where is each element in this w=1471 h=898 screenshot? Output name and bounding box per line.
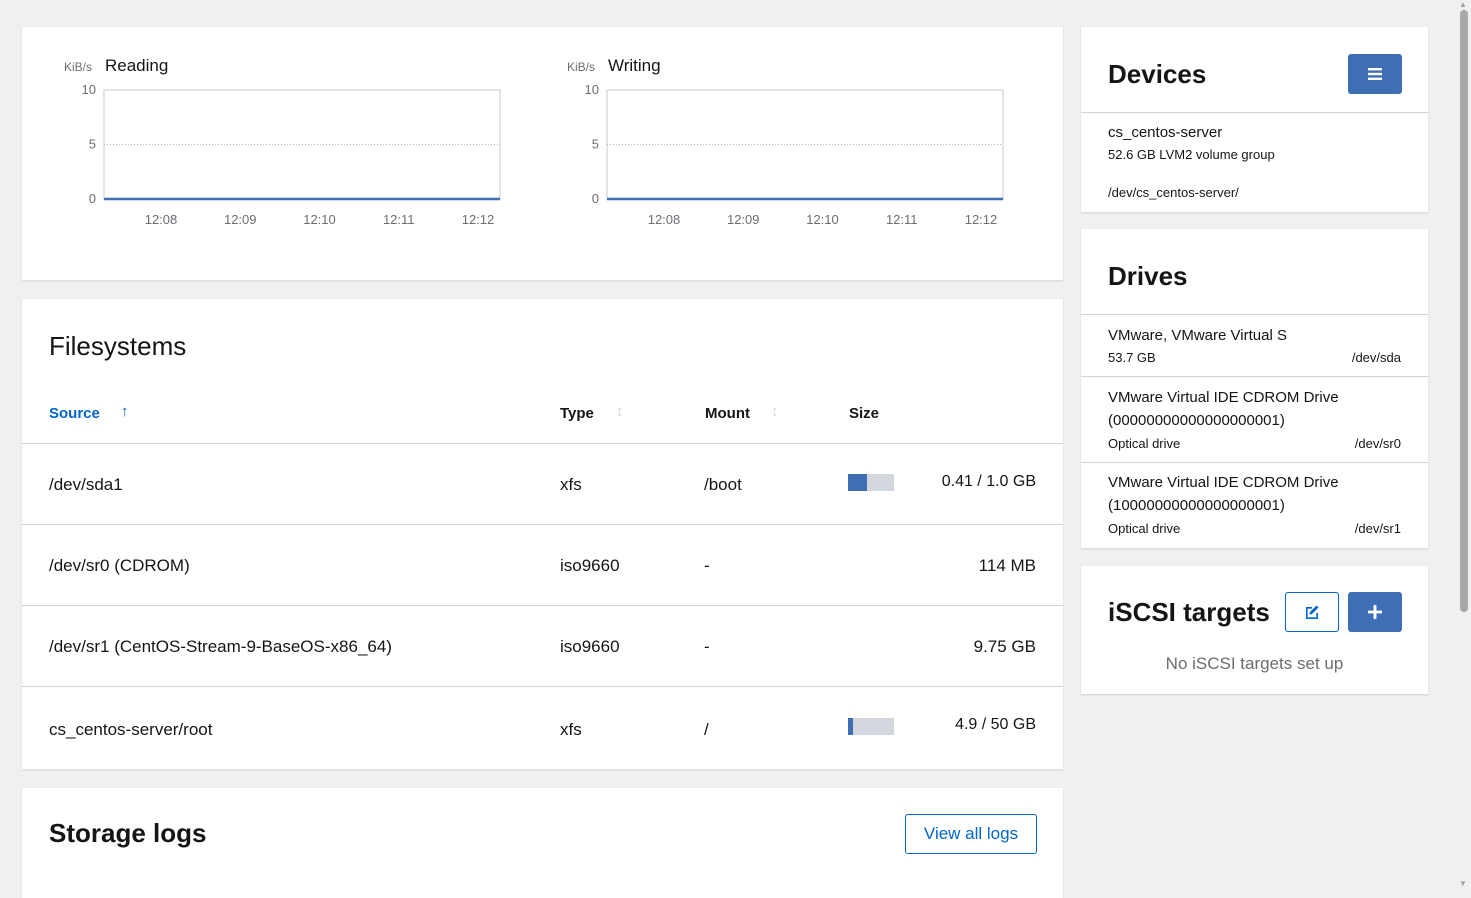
row-mount: /boot <box>704 475 742 494</box>
y-tick-label: 5 <box>592 137 599 152</box>
drive-path: /dev/sr1 <box>1354 521 1401 536</box>
sort-ascending-icon[interactable]: ↑ <box>121 403 129 420</box>
sort-neutral-icon[interactable]: ↕ <box>616 403 624 420</box>
row-source: /dev/sr0 (CDROM) <box>49 556 190 575</box>
iscsi-title: iSCSI targets <box>1108 597 1270 627</box>
row-type: xfs <box>560 720 582 739</box>
y-tick-label: 0 <box>592 191 599 206</box>
filesystems-card: Filesystems Source ↑ Type ↕ Mount ↕ Size… <box>22 299 1063 769</box>
drive-name: VMware, VMware Virtual S <box>1108 327 1287 344</box>
device-name: cs_centos-server <box>1108 124 1223 141</box>
row-type: xfs <box>560 475 582 494</box>
row-size: 9.75 GB <box>973 637 1036 656</box>
device-desc: 52.6 GB LVM2 volume group <box>1108 147 1275 162</box>
y-tick-label: 5 <box>89 137 96 152</box>
drive-type: Optical drive <box>1108 521 1181 536</box>
x-tick-label: 12:09 <box>727 212 760 227</box>
row-type: iso9660 <box>560 556 620 575</box>
x-tick-label: 12:12 <box>965 212 998 227</box>
io-charts-card: KiB/s Reading 10 5 0 12:08 12:09 12:10 12:11 12… <box>22 27 1063 280</box>
scroll-down-arrow-icon[interactable]: ▼ <box>1459 879 1467 888</box>
drives-card: Drives VMware, VMware Virtual S 53.7 GB … <box>1081 229 1428 548</box>
divider <box>1081 314 1428 315</box>
y-tick-label: 0 <box>89 191 96 206</box>
drive-path: /dev/sda <box>1351 350 1401 365</box>
column-header-mount[interactable]: Mount <box>705 405 750 422</box>
x-tick-label: 12:11 <box>383 212 415 227</box>
drive-type: Optical drive <box>1108 436 1181 451</box>
drive-name: VMware Virtual IDE CDROM Drive <box>1108 474 1339 491</box>
row-source: /dev/sr1 (CentOS-Stream-9-BaseOS-x86_64) <box>49 637 392 656</box>
devices-title: Devices <box>1108 59 1207 89</box>
drive-serial: (10000000000000000001) <box>1108 497 1285 514</box>
column-header-source[interactable]: Source <box>49 405 100 422</box>
iscsi-edit-button[interactable] <box>1285 592 1339 632</box>
row-mount: - <box>704 556 710 575</box>
storage-logs-title: Storage logs <box>49 818 207 848</box>
hamburger-menu-icon <box>1368 68 1382 80</box>
usage-bar <box>848 718 894 735</box>
y-tick-label: 10 <box>585 82 599 97</box>
row-source: cs_centos-server/root <box>49 720 213 739</box>
devices-card: Devices cs_centos-server 52.6 GB LVM2 vo… <box>1081 27 1428 212</box>
usage-bar <box>848 474 894 491</box>
sort-neutral-icon[interactable]: ↕ <box>771 403 779 420</box>
x-tick-label: 12:09 <box>224 212 257 227</box>
usage-bar-fill <box>848 718 853 735</box>
row-source: /dev/sda1 <box>49 475 123 494</box>
table-row[interactable]: cs_centos-server/root xfs / 4.9 / 50 GB <box>22 686 1063 767</box>
iscsi-add-button[interactable] <box>1348 592 1402 632</box>
x-tick-label: 12:11 <box>886 212 918 227</box>
drive-name: VMware Virtual IDE CDROM Drive <box>1108 389 1339 406</box>
device-path: /dev/cs_centos-server/ <box>1108 185 1239 200</box>
row-size: 4.9 / 50 GB <box>955 716 1036 733</box>
x-tick-label: 12:08 <box>145 212 178 227</box>
divider <box>1081 462 1428 463</box>
storage-logs-card: Storage logs View all logs <box>22 788 1063 898</box>
view-all-logs-button[interactable]: View all logs <box>905 814 1037 854</box>
iscsi-empty-state: No iSCSI targets set up <box>1165 654 1344 673</box>
edit-icon <box>1306 605 1319 619</box>
divider <box>1081 112 1428 113</box>
drive-path: /dev/sr0 <box>1354 436 1401 451</box>
column-header-size: Size <box>849 405 880 422</box>
divider <box>1081 376 1428 377</box>
reading-chart: KiB/s Reading 10 5 0 12:08 12:09 12:10 12:11 12… <box>22 27 501 247</box>
table-row[interactable]: /dev/sda1 xfs /boot 0.41 / 1.0 GB <box>22 443 1063 524</box>
x-tick-label: 12:08 <box>648 212 681 227</box>
page-scrollbar[interactable]: ▲ ▼ <box>1457 0 1471 888</box>
filesystems-title: Filesystems <box>49 331 187 361</box>
x-tick-label: 12:10 <box>303 212 336 227</box>
drive-serial: (00000000000000000001) <box>1108 412 1285 429</box>
scroll-up-arrow-icon[interactable]: ▲ <box>1459 0 1467 9</box>
writing-chart-plot: 10 5 0 12:08 12:09 12:10 12:11 12:12 <box>585 82 1004 227</box>
writing-chart: KiB/s Writing 10 5 0 12:08 12:09 12:10 12:11 12… <box>525 27 1004 247</box>
plus-icon <box>1368 605 1382 619</box>
devices-menu-button[interactable] <box>1348 54 1402 94</box>
drive-size: 53.7 GB <box>1108 350 1156 365</box>
row-size: 0.41 / 1.0 GB <box>941 473 1036 490</box>
row-size: 114 MB <box>978 556 1036 575</box>
row-mount: / <box>704 720 709 739</box>
row-type: iso9660 <box>560 637 620 656</box>
table-row[interactable]: /dev/sr1 (CentOS-Stream-9-BaseOS-x86_64)… <box>22 605 1063 686</box>
reading-chart-plot: 10 5 0 12:08 12:09 12:10 12:11 12:12 <box>82 82 501 227</box>
table-row[interactable]: /dev/sr0 (CDROM) iso9660 - 114 MB <box>22 524 1063 605</box>
x-tick-label: 12:10 <box>806 212 839 227</box>
row-mount: - <box>704 637 710 656</box>
iscsi-targets-card: iSCSI targets No iSCSI targets set up <box>1081 566 1428 694</box>
scrollbar-thumb[interactable] <box>1460 10 1468 612</box>
y-tick-label: 10 <box>82 82 96 97</box>
drives-title: Drives <box>1108 261 1188 291</box>
x-tick-label: 12:12 <box>462 212 495 227</box>
column-header-type[interactable]: Type <box>560 405 594 422</box>
usage-bar-fill <box>848 474 867 491</box>
